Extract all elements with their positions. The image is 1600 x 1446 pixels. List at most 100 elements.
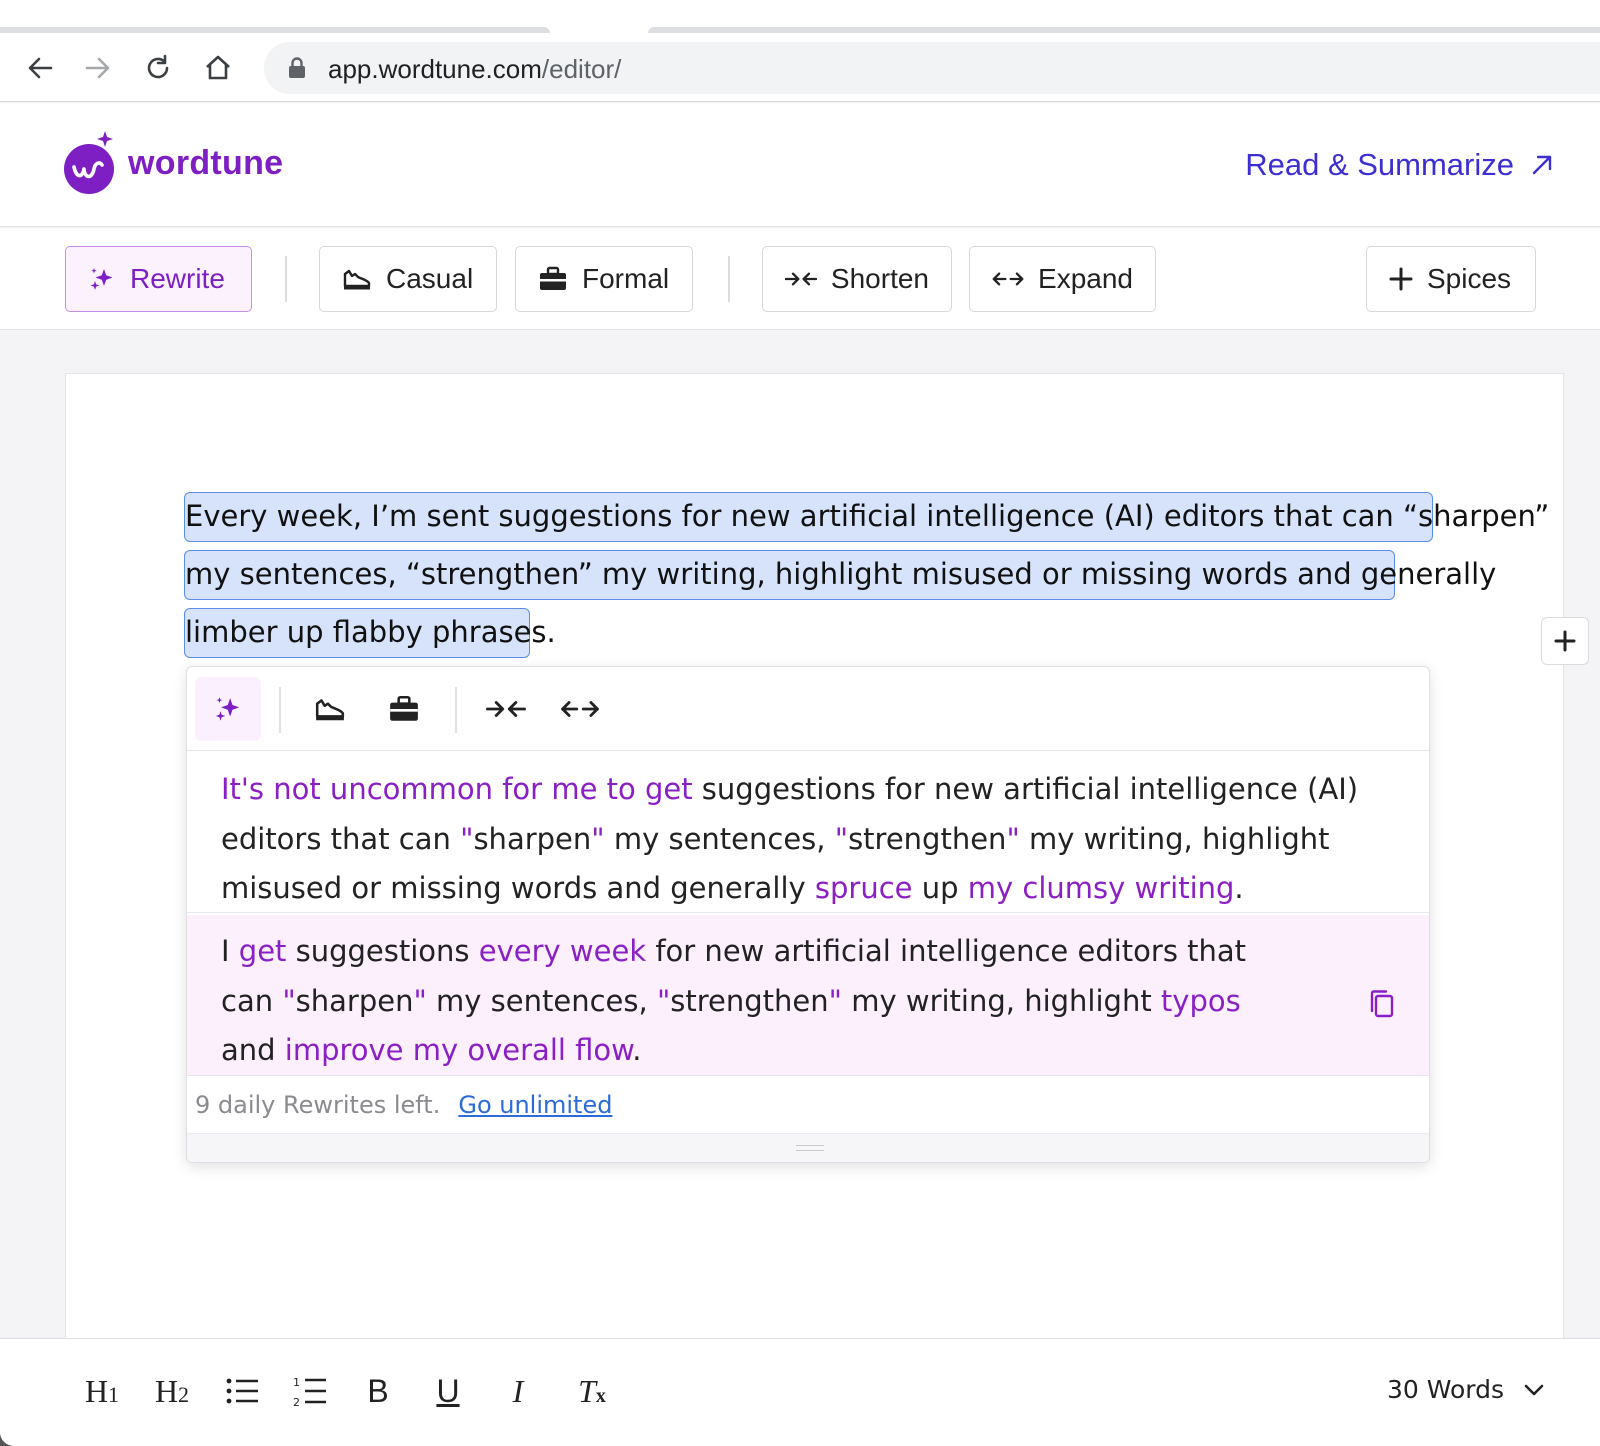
changed-phrase: improve my overall flow — [284, 1033, 633, 1067]
selected-text-line[interactable]: my sentences, “strengthen” my writing, h… — [184, 550, 1496, 600]
forward-button[interactable] — [80, 50, 116, 86]
divider — [455, 687, 457, 733]
suggestion-phrase: my sentences, — [604, 821, 835, 856]
briefcase-icon — [540, 266, 566, 290]
wordtune-logo-icon — [64, 131, 114, 194]
changed-phrase: spruce — [814, 871, 913, 905]
suggestion-phrase: strengthen — [848, 821, 1007, 856]
rewrites-left-text: 9 daily Rewrites left. — [195, 1090, 441, 1119]
h1-sub: 1 — [108, 1382, 120, 1407]
spices-label: Spices — [1427, 263, 1512, 294]
changed-phrase: " — [656, 983, 671, 1018]
changed-phrase: " — [591, 821, 605, 856]
shorten-button[interactable]: Shorten — [762, 246, 952, 312]
italic-button[interactable]: I — [502, 1369, 534, 1413]
plus-icon — [1554, 630, 1576, 652]
popup-resize-handle[interactable] — [187, 1133, 1429, 1162]
formal-button[interactable]: Formal — [515, 246, 693, 312]
popup-shorten-button[interactable] — [473, 677, 539, 741]
read-summarize-link[interactable]: Read & Summarize — [1245, 147, 1554, 183]
popup-rewrite-button[interactable] — [195, 677, 261, 741]
sparkle-icon — [215, 697, 240, 721]
suggestion-option[interactable]: It's not uncommon for me to get suggesti… — [187, 765, 1429, 913]
suggestion-phrase: my writing, highlight — [842, 983, 1161, 1018]
tab-edge-left — [0, 27, 550, 33]
suggestion-phrase: . — [632, 1033, 642, 1067]
rewrite-label: Rewrite — [130, 263, 225, 294]
arrow-right-icon — [85, 57, 110, 79]
numbered-list-button[interactable]: 12 — [290, 1369, 330, 1413]
suggestion-phrase: up — [912, 871, 968, 905]
tab-edge-right — [648, 27, 1600, 33]
plus-icon — [1389, 267, 1413, 291]
heading-2-button[interactable]: H2 — [152, 1369, 192, 1413]
underline-button[interactable]: U — [432, 1369, 464, 1413]
svg-text:2: 2 — [293, 1396, 300, 1407]
divider — [285, 256, 287, 302]
read-summarize-label: Read & Summarize — [1245, 147, 1514, 182]
suggestion-text: I get suggestions every week for new art… — [221, 927, 1296, 1076]
url-text: app.wordtune.com/editor/ — [328, 54, 621, 85]
go-unlimited-link[interactable]: Go unlimited — [458, 1091, 612, 1119]
modes-toolbar: Rewrite Casual Formal Shorten Expand Spi… — [0, 228, 1600, 330]
rewrite-button[interactable]: Rewrite — [65, 246, 252, 312]
copy-icon[interactable] — [1369, 989, 1395, 1019]
wordtune-logo[interactable]: wordtune — [64, 129, 283, 197]
h1-label: H — [84, 1372, 109, 1409]
word-count-label: 30 Words — [1386, 1375, 1504, 1404]
word-count-dropdown[interactable]: 30 Words — [1387, 1375, 1544, 1404]
shorten-arrows-icon — [486, 701, 526, 717]
suggestion-phrase: sharpen — [473, 821, 592, 856]
bullet-list-icon — [226, 1378, 258, 1404]
suggestion-option[interactable]: I get suggestions every week for new art… — [187, 915, 1429, 1076]
browser-window: app.wordtune.com/editor/ wordtune Read &… — [0, 0, 1600, 1446]
popup-casual-button[interactable] — [297, 677, 363, 741]
clear-format-label: T — [578, 1372, 596, 1409]
suggestion-phrase: I — [221, 934, 239, 968]
back-button[interactable] — [22, 50, 58, 86]
h2-sub: 2 — [178, 1382, 190, 1407]
casual-button[interactable]: Casual — [319, 246, 497, 312]
changed-phrase: typos — [1160, 983, 1241, 1018]
home-button[interactable] — [200, 50, 236, 86]
changed-phrase: " — [834, 821, 849, 856]
spices-button[interactable]: Spices — [1366, 246, 1536, 312]
expand-label: Expand — [1038, 263, 1133, 294]
reload-button[interactable] — [140, 50, 176, 86]
sparkle-icon — [90, 268, 113, 290]
changed-phrase: get — [238, 934, 287, 968]
changed-phrase: " — [413, 983, 427, 1018]
add-block-button[interactable] — [1541, 617, 1589, 665]
selected-text-line[interactable]: limber up flabby phrases. — [184, 608, 556, 658]
numbered-list-icon: 12 — [293, 1376, 326, 1407]
expand-button[interactable]: Expand — [969, 246, 1156, 312]
tab-strip — [0, 0, 1600, 34]
casual-label: Casual — [386, 263, 474, 294]
address-bar[interactable]: app.wordtune.com/editor/ — [264, 42, 1600, 94]
url-host: app.wordtune.com — [328, 54, 542, 84]
changed-phrase: " — [828, 983, 842, 1018]
url-path: /editor/ — [541, 54, 622, 84]
changed-phrase: It's not uncommon for me to get — [221, 772, 693, 806]
external-arrow-icon — [1532, 155, 1552, 175]
formal-label: Formal — [582, 263, 670, 294]
clear-format-button[interactable]: Tx — [570, 1369, 614, 1413]
suggestion-phrase: strengthen — [670, 983, 829, 1018]
lock-icon — [289, 57, 305, 78]
divider — [279, 687, 281, 733]
home-icon — [206, 55, 230, 80]
popup-toolbar — [187, 667, 1429, 751]
chevron-down-icon — [1524, 1384, 1544, 1395]
bold-button[interactable]: B — [362, 1369, 394, 1413]
heading-1-button[interactable]: H1 — [82, 1369, 122, 1413]
popup-expand-button[interactable] — [547, 677, 613, 741]
popup-formal-button[interactable] — [371, 677, 437, 741]
changed-phrase: " — [282, 983, 296, 1018]
grip-icon — [796, 1145, 824, 1151]
suggestion-phrase: sharpen — [295, 983, 414, 1018]
bullet-list-button[interactable] — [222, 1369, 262, 1413]
clear-format-sub: x — [595, 1384, 606, 1407]
briefcase-icon — [390, 695, 418, 721]
selected-text-line[interactable]: Every week, I’m sent suggestions for new… — [184, 492, 1549, 542]
changed-phrase: " — [1006, 821, 1020, 856]
